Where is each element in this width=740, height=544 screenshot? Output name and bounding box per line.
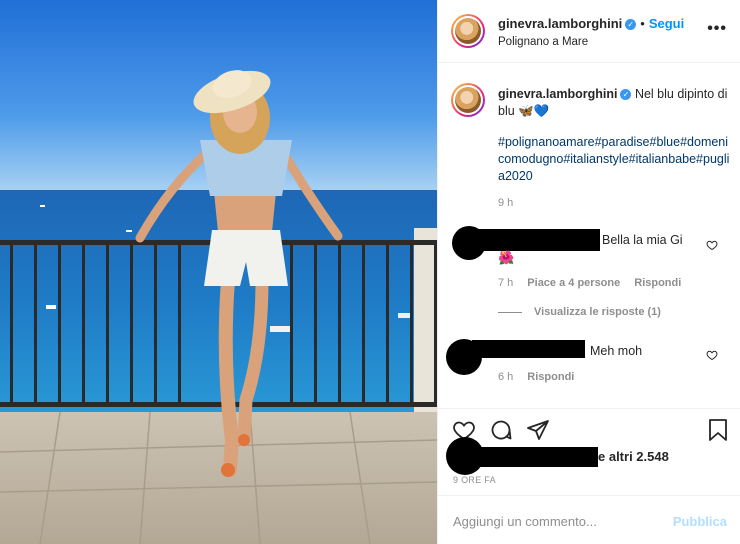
post-timestamp: 9 ORE FA: [453, 475, 496, 485]
bookmark-icon[interactable]: [706, 418, 730, 442]
header-separator: •: [640, 16, 645, 31]
comment-like-heart-icon[interactable]: [706, 349, 718, 361]
comment-time: 7 h: [498, 277, 514, 289]
verified-badge-icon: ✓: [620, 89, 632, 100]
post-sidebar: ginevra.lamborghini ✓ • Segui Polignano a M…: [437, 0, 740, 544]
add-comment-bar: Pubblica: [438, 495, 740, 544]
comment-input[interactable]: [453, 510, 653, 532]
more-icon[interactable]: •••: [707, 20, 727, 38]
comment-text: Meh moh: [590, 344, 643, 358]
comment-meta: 6 h Rispondi: [498, 371, 588, 383]
view-replies-label: Visualizza le risposte (1): [534, 306, 661, 318]
comment-like-heart-icon[interactable]: [706, 239, 718, 251]
comment-meta: 7 h Piace a 4 persone Rispondi: [498, 277, 695, 289]
caption: ginevra.lamborghini ✓ Nel blu dipinto di …: [498, 86, 730, 120]
header-username[interactable]: ginevra.lamborghini: [498, 16, 622, 31]
caption-username[interactable]: ginevra.lamborghini: [498, 87, 617, 101]
redacted-username: [472, 340, 585, 358]
follow-button[interactable]: Segui: [649, 16, 684, 31]
location-link[interactable]: Polignano a Mare: [498, 36, 588, 48]
comment-likes[interactable]: Piace a 4 persone: [527, 277, 620, 289]
reply-button[interactable]: Rispondi: [527, 371, 574, 383]
likes-count[interactable]: e altri 2.548: [598, 449, 669, 464]
replies-line: [498, 311, 522, 313]
comment-emoji: 🌺: [498, 250, 515, 265]
caption-avatar[interactable]: [451, 83, 485, 117]
share-icon[interactable]: [526, 418, 550, 442]
reply-button[interactable]: Rispondi: [634, 277, 681, 289]
comment-time: 6 h: [498, 371, 514, 383]
avatar[interactable]: [451, 14, 485, 48]
caption-time: 9 h: [498, 197, 514, 209]
redacted-username: [472, 447, 598, 467]
post-header: ginevra.lamborghini ✓ • Segui Polignano a M…: [438, 0, 740, 63]
verified-badge-icon: ✓: [625, 19, 637, 30]
view-replies-button[interactable]: Visualizza le risposte (1): [498, 306, 661, 318]
caption-hashtags[interactable]: #polignanoamare#paradise#blue#domenicomo…: [498, 134, 730, 185]
comment-icon[interactable]: [489, 418, 513, 442]
photo-image: [0, 0, 437, 544]
comment-text: Bella la mia Gi: [602, 233, 683, 247]
redacted-username: [478, 229, 600, 251]
post-photo[interactable]: [0, 0, 437, 544]
header-username-row: ginevra.lamborghini ✓ • Segui: [498, 16, 684, 31]
publish-button[interactable]: Pubblica: [673, 514, 727, 529]
